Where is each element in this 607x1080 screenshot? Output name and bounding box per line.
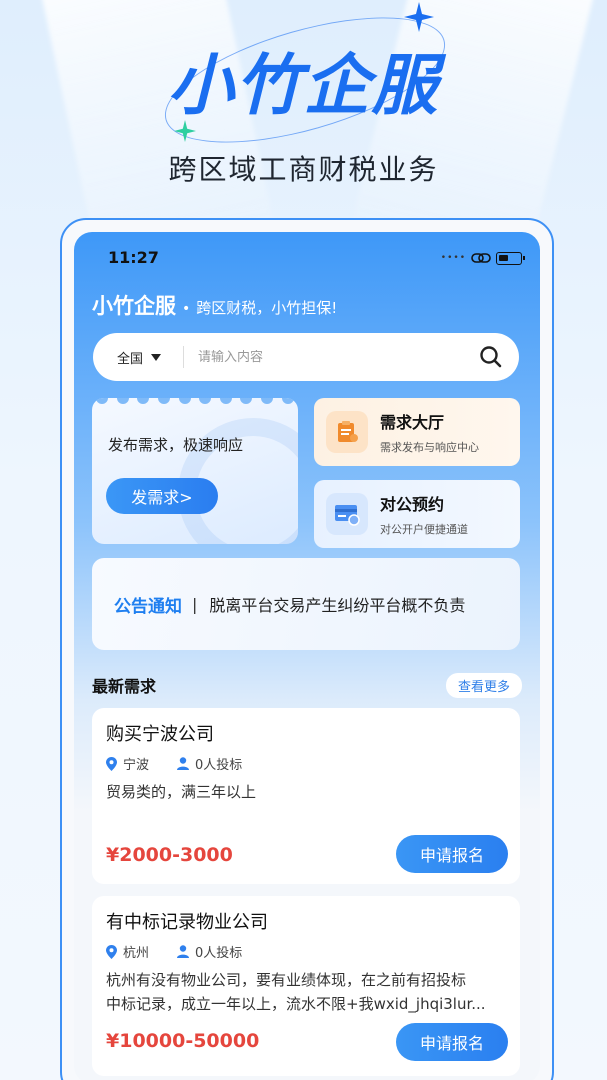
phone-frame: 11:27 •••• 小竹企服 • 跨区财税，小竹担保! 全国 请输入内容 发布… (60, 218, 554, 1080)
request-description-line: 中标记录，成立一年以上，流水不限+我wxid_jhqi3lur... (106, 995, 486, 1013)
header-separator: • (182, 301, 191, 317)
app-name: 小竹企服 (92, 294, 176, 318)
search-divider (183, 346, 185, 368)
request-description-line: 杭州有没有物业公司，要有业绩体现，在之前有招投标 (106, 971, 467, 989)
notice-banner[interactable]: 公告通知 | 脱离平台交易产生纠纷平台概不负责 (92, 558, 520, 650)
search-icon[interactable] (479, 345, 503, 369)
region-selector[interactable]: 全国 (117, 348, 162, 367)
location-icon (106, 944, 117, 959)
request-city: 杭州 (123, 946, 150, 961)
apply-button[interactable]: 申请报名 (396, 1023, 508, 1061)
request-description-line: 贸易类的，满三年以上 (106, 783, 257, 801)
app-header: 小竹企服 • 跨区财税，小竹担保! (92, 290, 337, 320)
latest-requests-header: 最新需求 查看更多 (92, 672, 522, 698)
search-input[interactable] (198, 349, 479, 365)
request-city: 宁波 (123, 758, 150, 773)
promo-banner: 小竹企服 跨区域工商财税业务 (0, 0, 607, 298)
request-card[interactable]: 购买宁波公司 宁波 0人投标 贸易类的，满三年以上 ¥2000-3000 申请报… (92, 708, 520, 884)
appointment-title: 对公预约 (380, 495, 445, 514)
request-description: 杭州有没有物业公司，要有业绩体现，在之前有招投标 中标记录，成立一年以上，流水不… (106, 968, 506, 1016)
demand-hall-card[interactable]: 需求大厅 需求发布与响应中心 (314, 398, 520, 466)
notice-tag: 公告通知 (114, 596, 182, 617)
promo-brand-title: 小竹企服 (167, 47, 440, 124)
request-card[interactable]: 有中标记录物业公司 杭州 0人投标 杭州有没有物业公司，要有业绩体现，在之前有招… (92, 896, 520, 1076)
request-price: ¥2000-3000 (106, 844, 233, 866)
notice-text: 脱离平台交易产生纠纷平台概不负责 (209, 596, 466, 615)
person-icon (177, 945, 190, 958)
battery-icon (496, 251, 525, 265)
request-price: ¥10000-50000 (106, 1030, 260, 1052)
demand-hall-subtitle: 需求发布与响应中心 (380, 441, 479, 454)
status-time: 11:27 (108, 248, 159, 267)
sparkle-icon (404, 2, 434, 32)
appointment-subtitle: 对公开户便捷通道 (380, 523, 468, 536)
demand-hall-title: 需求大厅 (380, 413, 445, 432)
promo-tagline: 跨区域工商财税业务 (168, 153, 439, 186)
apply-button[interactable]: 申请报名 (396, 835, 508, 873)
app-slogan: 跨区财税，小竹担保! (196, 299, 338, 317)
app-screen: 11:27 •••• 小竹企服 • 跨区财税，小竹担保! 全国 请输入内容 发布… (74, 232, 540, 1080)
post-demand-button[interactable]: 发需求> (106, 478, 218, 514)
notice-separator: | (192, 594, 198, 614)
card-scallop-edge (92, 398, 298, 408)
post-demand-card[interactable]: 发布需求，极速响应 发需求> (92, 398, 298, 544)
post-demand-text: 发布需求，极速响应 (108, 436, 244, 454)
demand-hall-icon (326, 411, 368, 453)
caret-down-icon (151, 353, 162, 361)
request-bids: 0人投标 (195, 758, 243, 773)
location-icon (106, 756, 117, 771)
search-bar: 全国 (93, 333, 519, 381)
request-meta: 宁波 0人投标 (106, 754, 270, 773)
request-title: 购买宁波公司 (106, 724, 214, 745)
person-icon (177, 757, 190, 770)
request-bids: 0人投标 (195, 946, 243, 961)
section-title: 最新需求 (92, 677, 157, 696)
region-label: 全国 (117, 351, 144, 367)
appointment-card[interactable]: 对公预约 对公开户便捷通道 (314, 480, 520, 548)
link-icon (471, 253, 491, 263)
request-meta: 杭州 0人投标 (106, 942, 270, 961)
view-more-button[interactable]: 查看更多 (445, 672, 522, 698)
request-title: 有中标记录物业公司 (106, 912, 268, 933)
request-description: 贸易类的，满三年以上 (106, 780, 506, 804)
id-card-icon (326, 493, 368, 535)
status-bar: 11:27 •••• (108, 248, 525, 270)
signal-dots-icon: •••• (440, 253, 466, 263)
